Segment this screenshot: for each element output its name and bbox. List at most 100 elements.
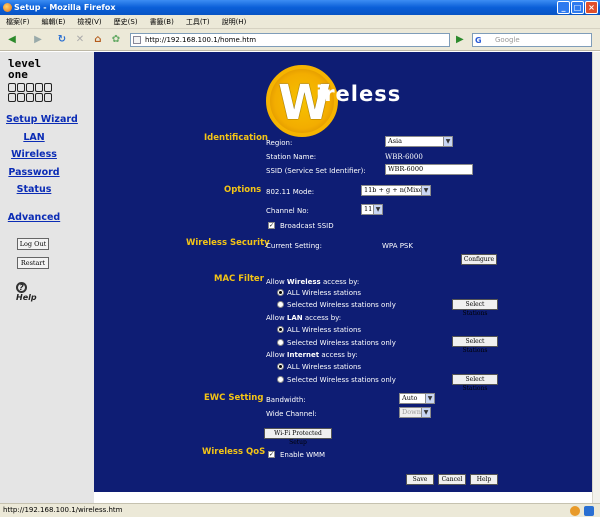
search-input[interactable]: G Google — [472, 33, 592, 47]
mac-lan-all-label: ALL Wireless stations — [287, 326, 362, 334]
cancel-button[interactable]: Cancel — [438, 474, 466, 485]
section-ewc-setting: EWC Setting — [204, 393, 264, 403]
region-value: Asia — [388, 137, 402, 145]
section-wireless-security: Wireless Security — [186, 238, 270, 248]
mac-lan-selected-radio[interactable] — [277, 339, 284, 346]
channel-value: 11 — [364, 205, 373, 213]
vertical-scrollbar[interactable] — [592, 52, 600, 503]
sidebar-item-lan[interactable]: LAN — [0, 132, 81, 143]
menu-history[interactable]: 歷史(S) — [114, 15, 138, 28]
wireless-logo-word: ireless — [316, 82, 402, 106]
section-options: Options — [224, 185, 262, 195]
current-setting-value: WPA PSK — [382, 242, 413, 250]
go-icon[interactable]: ▶ — [456, 33, 468, 47]
sidebar-item-wireless[interactable]: Wireless — [0, 149, 81, 160]
status-text: http://192.168.100.1/wireless.htm — [3, 506, 123, 514]
mac-lan-all-radio[interactable] — [277, 326, 284, 333]
forward-icon[interactable]: ▶ — [30, 32, 46, 48]
bandwidth-label: Bandwidth: — [266, 396, 306, 404]
station-name-value: WBR-6000 — [385, 153, 423, 161]
chevron-down-icon: ▼ — [421, 408, 430, 417]
section-mac-filter: MAC Filter — [214, 274, 264, 284]
levelone-logo: level one — [8, 58, 60, 110]
mac-internet-all-radio[interactable] — [277, 363, 284, 370]
menu-bookmarks[interactable]: 書籤(B) — [150, 15, 174, 28]
section-identification: Identification — [204, 133, 268, 143]
stop-icon[interactable]: ✕ — [72, 32, 88, 48]
mac-wireless-selected-radio[interactable] — [277, 301, 284, 308]
save-button[interactable]: Save — [406, 474, 434, 485]
sidebar: level one Setup Wizard LAN Wireless Pass… — [0, 52, 94, 503]
region-select[interactable]: Asia ▼ — [385, 136, 453, 147]
sidebar-item-setup-wizard[interactable]: Setup Wizard — [6, 114, 100, 125]
mac-wireless-select-stations-button[interactable]: Select Stations — [452, 299, 498, 317]
sidebar-item-advanced[interactable]: Advanced — [0, 212, 81, 223]
help-button[interactable]: Help — [470, 474, 498, 485]
wifi-protected-setup-button[interactable]: Wi-Fi Protected Setup — [264, 428, 332, 446]
chevron-down-icon: ▼ — [443, 137, 452, 146]
broadcast-ssid-checkbox[interactable]: ✓ — [268, 222, 275, 229]
menu-edit[interactable]: 編輯(E) — [42, 15, 66, 28]
reload-icon[interactable]: ↻ — [54, 32, 70, 48]
navigation-toolbar: ◀ ▶ ↻ ✕ ⌂ ✿ http://192.168.100.1/home.ht… — [0, 29, 600, 51]
mac-wireless-all-radio[interactable] — [277, 289, 284, 296]
maximize-button[interactable]: □ — [571, 1, 584, 14]
chevron-down-icon: ▼ — [421, 186, 430, 195]
help-link[interactable]: ? Help — [16, 282, 48, 302]
help-label: Help — [16, 293, 37, 302]
back-icon[interactable]: ◀ — [4, 32, 20, 48]
home-icon[interactable]: ⌂ — [90, 32, 106, 48]
mac-internet-select-stations-button[interactable]: Select Stations — [452, 374, 498, 392]
firebug-icon[interactable] — [570, 506, 580, 516]
logo-text: level one — [8, 57, 42, 81]
mode-value: 11b + g + n(Mixed) — [364, 186, 430, 194]
mode-label: 802.11 Mode: — [266, 188, 315, 196]
chevron-down-icon: ▼ — [425, 394, 434, 403]
minimize-button[interactable]: _ — [557, 1, 570, 14]
configure-button[interactable]: Configure — [461, 254, 497, 265]
bookmark-service-icon[interactable] — [584, 506, 594, 516]
window-titlebar: Setup - Mozilla Firefox _ □ × — [0, 0, 600, 15]
restart-button[interactable]: Restart — [17, 257, 49, 269]
mac-lan-access-label: Allow LAN access by: — [266, 314, 342, 322]
mac-internet-selected-label: Selected Wireless stations only — [287, 376, 396, 384]
logout-button[interactable]: Log Out — [17, 238, 49, 250]
close-button[interactable]: × — [585, 1, 598, 14]
ssid-value: WBR-6000 — [388, 165, 424, 173]
help-icon: ? — [16, 282, 27, 293]
window-title: Setup - Mozilla Firefox — [14, 3, 116, 12]
mac-internet-all-label: ALL Wireless stations — [287, 363, 362, 371]
enable-wmm-label: Enable WMM — [280, 451, 326, 459]
ssid-input[interactable]: WBR-6000 — [385, 164, 473, 175]
chevron-down-icon: ▼ — [373, 205, 382, 214]
mac-wireless-access-label: Allow Wireless access by: — [266, 278, 360, 286]
page-content: level one Setup Wizard LAN Wireless Pass… — [0, 52, 592, 503]
section-wireless-qos: Wireless QoS — [202, 447, 266, 457]
broadcast-ssid-label: Broadcast SSID — [280, 222, 334, 230]
address-bar[interactable]: http://192.168.100.1/home.htm — [130, 33, 450, 47]
search-placeholder: Google — [495, 36, 520, 44]
google-icon: G — [475, 36, 482, 45]
sidebar-item-status[interactable]: Status — [0, 184, 81, 195]
menu-tools[interactable]: 工具(T) — [186, 15, 210, 28]
wide-channel-select[interactable]: Down ▼ — [399, 407, 431, 418]
menu-file[interactable]: 檔案(F) — [6, 15, 30, 28]
mac-internet-selected-radio[interactable] — [277, 376, 284, 383]
menu-bar: 檔案(F) 編輯(E) 檢視(V) 歷史(S) 書籤(B) 工具(T) 說明(H… — [0, 15, 600, 29]
firefox-icon — [3, 3, 12, 12]
mac-lan-selected-label: Selected Wireless stations only — [287, 339, 396, 347]
mode-select[interactable]: 11b + g + n(Mixed) ▼ — [361, 185, 431, 196]
bandwidth-value: Auto — [402, 394, 418, 402]
bandwidth-select[interactable]: Auto ▼ — [399, 393, 435, 404]
menu-help[interactable]: 說明(H) — [222, 15, 247, 28]
enable-wmm-checkbox[interactable]: ✓ — [268, 451, 275, 458]
addon-icon[interactable]: ✿ — [108, 32, 124, 48]
mac-lan-select-stations-button[interactable]: Select Stations — [452, 336, 498, 354]
current-setting-label: Current Setting: — [266, 242, 322, 250]
region-label: Region: — [266, 139, 293, 147]
channel-select[interactable]: 11 ▼ — [361, 204, 383, 215]
sidebar-item-password[interactable]: Password — [0, 167, 81, 178]
wide-channel-label: Wide Channel: — [266, 410, 317, 418]
wide-channel-value: Down — [402, 408, 421, 416]
menu-view[interactable]: 檢視(V) — [77, 15, 101, 28]
